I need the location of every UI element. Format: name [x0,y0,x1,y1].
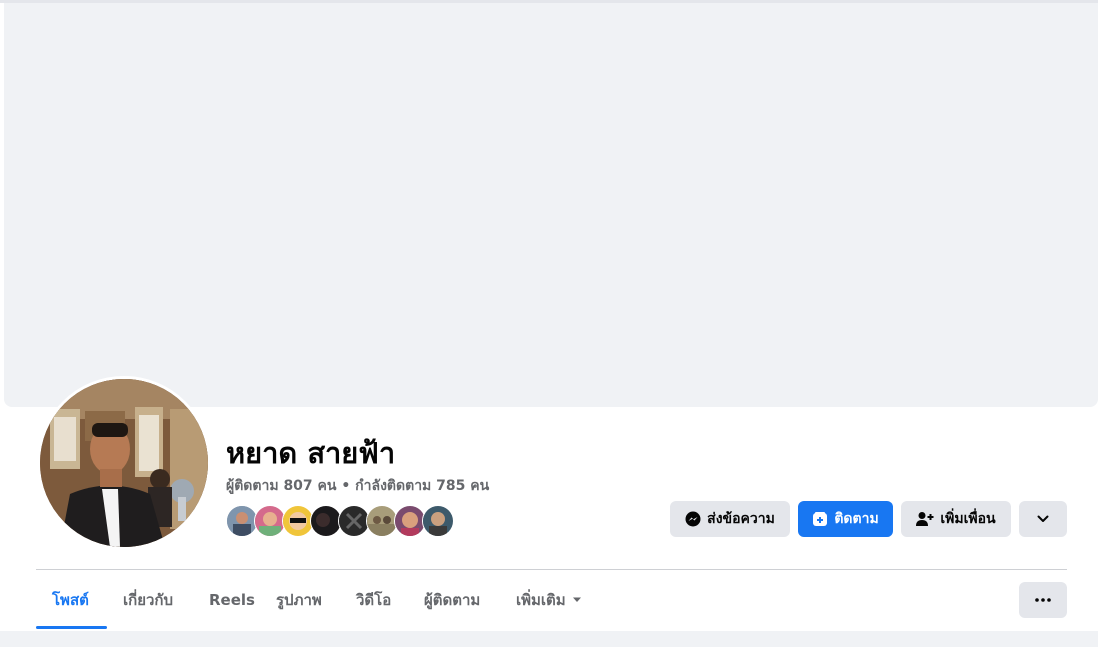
profile-dropdown-button[interactable] [1019,501,1067,537]
profile-follow-stats[interactable]: ผู้ติดตาม 807 คน • กำลังติดตาม 785 คน [226,475,489,497]
send-message-label: ส่งข้อความ [707,511,775,527]
messenger-icon [685,511,701,527]
add-friend-icon [916,511,934,527]
tab-followers[interactable]: ผู้ติดตาม [424,582,480,618]
friend-avatar[interactable] [422,505,454,537]
profile-divider [36,569,1067,570]
tab-label: รูปภาพ [276,591,322,609]
tab-about[interactable]: เกี่ยวกับ [123,582,173,618]
content-area-top [0,631,1098,647]
more-options-icon [1035,598,1051,602]
follow-label: ติดตาม [834,511,879,527]
tab-label: เกี่ยวกับ [123,591,174,609]
follow-icon [812,511,828,527]
add-friend-button[interactable]: เพิ่มเพื่อน [901,501,1011,537]
tab-videos[interactable]: วิดีโอ [356,582,391,618]
profile-name: หยาด สายฟ้า [226,436,396,470]
send-message-button[interactable]: ส่งข้อความ [670,501,790,537]
more-options-button[interactable] [1019,582,1067,618]
tab-label: ผู้ติดตาม [424,591,481,609]
tab-posts[interactable]: โพสต์ [52,582,89,618]
tab-more[interactable]: เพิ่มเติม [516,582,582,618]
chevron-down-icon [1036,512,1050,526]
tab-label: Reels [209,591,255,609]
profile-avatar[interactable] [40,379,208,547]
tab-label: เพิ่มเติม [516,591,566,609]
tab-photos[interactable]: รูปภาพ [276,582,322,618]
tab-label: วิดีโอ [356,591,392,609]
cover-photo[interactable] [4,3,1098,407]
tab-reels[interactable]: Reels [209,582,255,618]
caret-down-icon [572,596,582,604]
follow-button[interactable]: ติดตาม [798,501,893,537]
tab-label: โพสต์ [52,591,89,609]
active-tab-indicator [36,626,107,629]
add-friend-label: เพิ่มเพื่อน [940,511,996,527]
